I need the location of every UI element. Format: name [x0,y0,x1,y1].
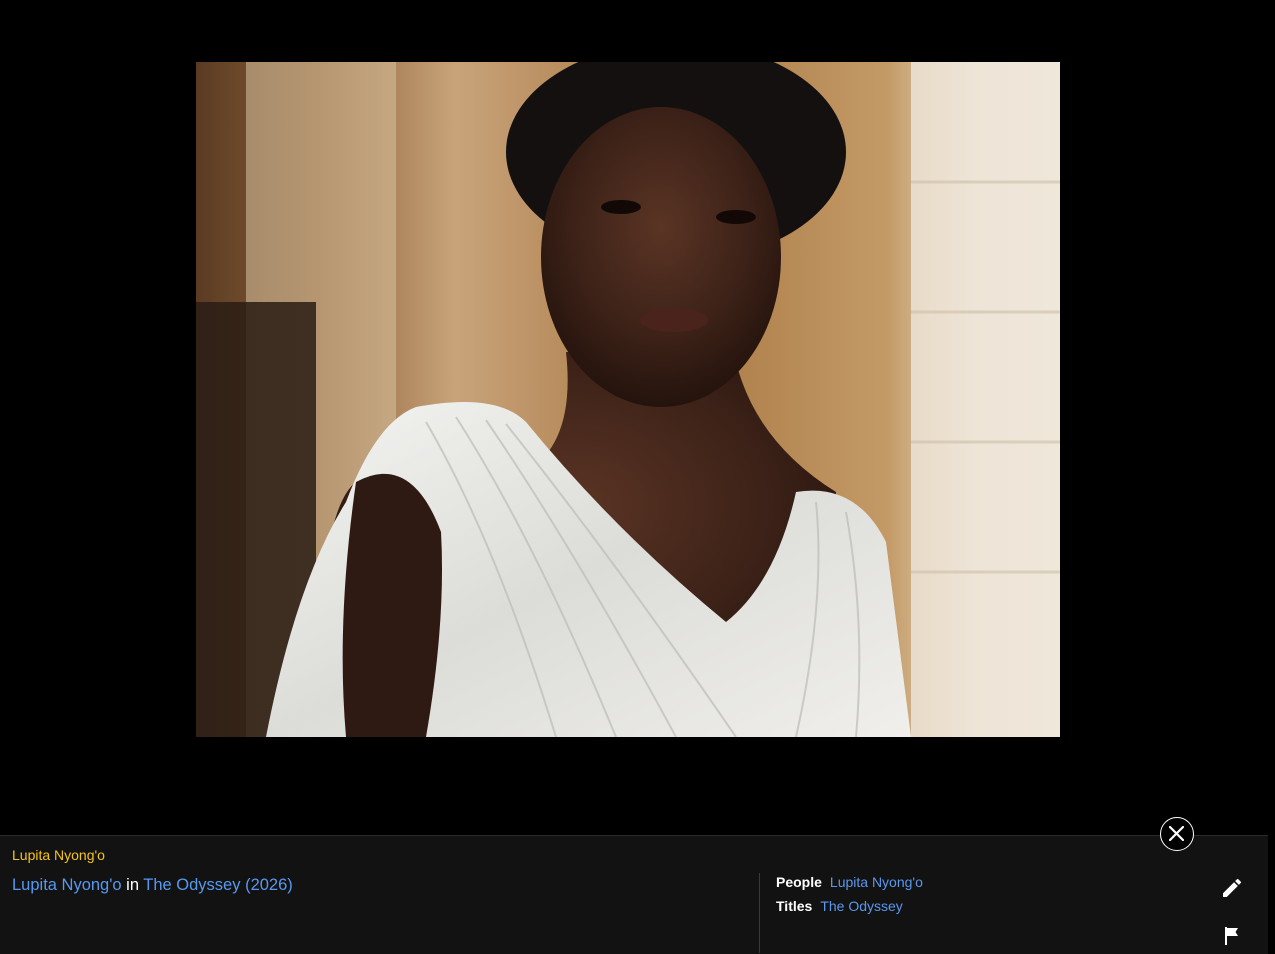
photo-illustration [196,62,1060,737]
caption-connector: in [121,876,144,894]
caption-title-link[interactable]: The Odyssey (2026) [143,876,292,894]
titles-label: Titles [776,898,813,914]
report-button[interactable] [1220,924,1244,948]
titles-link[interactable]: The Odyssey [820,898,902,914]
photo-subject-label: Lupita Nyong'o [12,847,105,863]
main-photo[interactable] [196,62,1060,737]
edit-button[interactable] [1220,876,1244,900]
flag-icon [1225,927,1238,945]
titles-row: Titles The Odyssey [776,898,903,914]
photo-caption: Lupita Nyong'o in The Odyssey (2026) [12,876,293,895]
caption-person-link[interactable]: Lupita Nyong'o [12,876,122,894]
pencil-icon [1223,878,1242,897]
image-viewer: Lupita Nyong'o Lupita Nyong'o in The Ody… [0,0,1275,954]
people-row: People Lupita Nyong'o [776,874,923,890]
panel-divider [759,873,760,953]
close-button[interactable] [1160,817,1194,851]
people-label: People [776,874,822,890]
close-icon [1169,826,1184,841]
info-panel: Lupita Nyong'o Lupita Nyong'o in The Ody… [0,835,1268,954]
people-link[interactable]: Lupita Nyong'o [830,874,923,890]
